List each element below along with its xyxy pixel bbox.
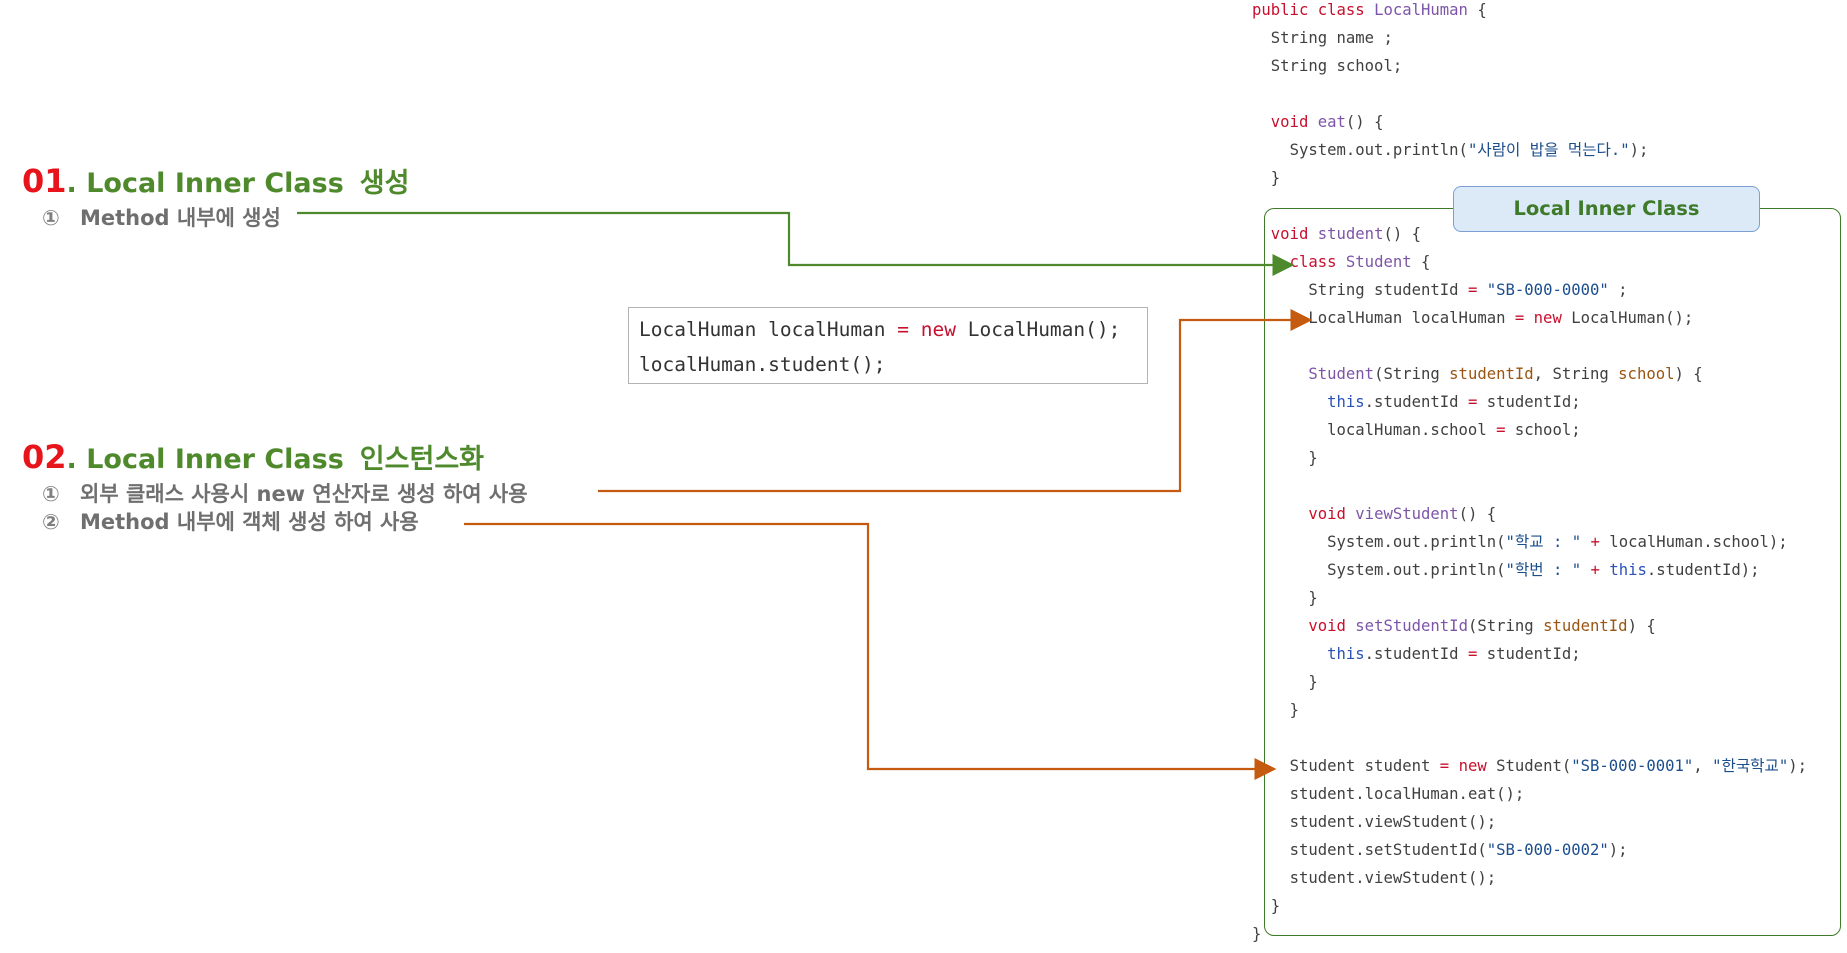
connector-orange-arrow-1	[598, 309, 1313, 493]
connector-lines	[297, 211, 1313, 780]
connector-green-arrow	[297, 211, 1295, 276]
connector-orange-arrow-2	[464, 522, 1277, 780]
